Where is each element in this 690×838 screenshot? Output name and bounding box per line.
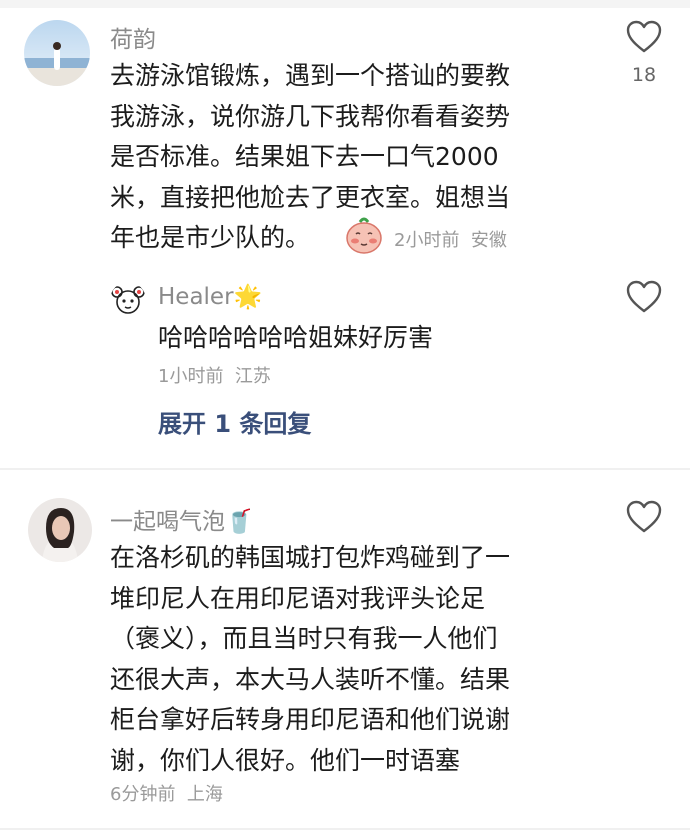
reply-time: 1小时前: [158, 366, 224, 387]
comment-location: 安徽: [470, 230, 507, 251]
expand-replies-button[interactable]: 展开 1 条回复: [158, 404, 311, 439]
like-heart-icon[interactable]: [626, 500, 662, 534]
avatar[interactable]: [110, 282, 146, 318]
comment-text: 在洛杉矶的韩国城打包炸鸡碰到了一 堆印尼人在用印尼语对我评头论足 （褒义），而且…: [110, 543, 511, 775]
reply-author[interactable]: Healer🌟: [158, 283, 262, 310]
comment-meta: 6分钟前 上海: [110, 780, 223, 806]
comment-divider: [0, 828, 690, 830]
blushing-face-sticker: [344, 216, 384, 254]
like-heart-icon[interactable]: [626, 280, 662, 314]
drink-emoji-icon: 🥤: [225, 509, 254, 535]
reply-author-name: Healer: [158, 284, 234, 310]
avatar[interactable]: [28, 498, 92, 562]
comment-author[interactable]: 荷韵: [110, 20, 156, 54]
star-emoji-icon: 🌟: [233, 284, 263, 310]
avatar[interactable]: [24, 20, 90, 86]
comment-divider: [0, 468, 690, 470]
reply-text: 哈哈哈哈哈哈姐妹好厉害: [158, 323, 434, 352]
comment-time: 6分钟前: [110, 784, 176, 805]
comment-location: 上海: [186, 784, 223, 805]
comment-time: 2小时前: [394, 230, 460, 251]
comment-author[interactable]: 一起喝气泡🥤: [110, 502, 254, 536]
like-heart-icon[interactable]: [626, 20, 662, 54]
comment-meta: 2小时前 安徽: [394, 226, 507, 252]
comment-author-name: 一起喝气泡: [110, 509, 225, 535]
like-count: 18: [631, 64, 657, 86]
reply-meta: 1小时前 江苏: [158, 362, 271, 388]
top-divider: [0, 0, 690, 8]
reply-location: 江苏: [234, 366, 271, 387]
